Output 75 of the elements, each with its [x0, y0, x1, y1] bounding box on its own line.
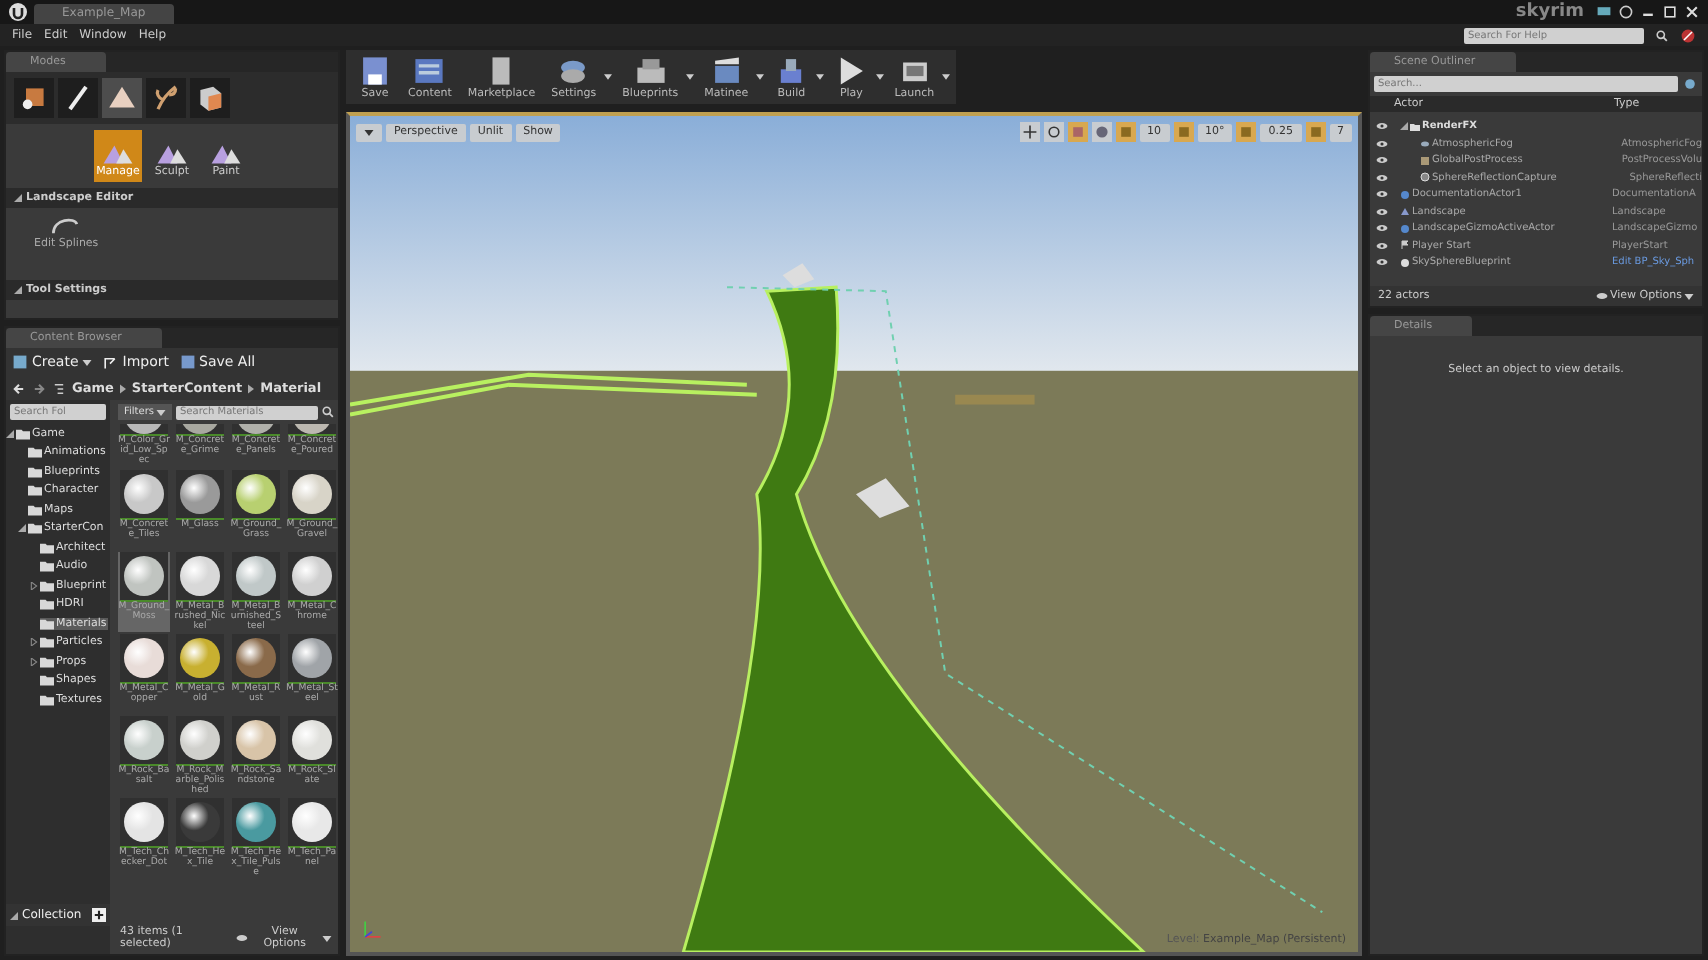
expanded-arrow-icon[interactable]: [10, 911, 18, 919]
clapperboard-icon: [709, 54, 744, 88]
search-icon[interactable]: [1656, 29, 1668, 41]
mode-tab[interactable]: [146, 78, 186, 118]
folder-tree-icon[interactable]: [52, 381, 66, 395]
back-arrow-icon[interactable]: [12, 381, 26, 395]
collapse-arrow-icon[interactable]: [14, 286, 22, 294]
document-icon: [12, 354, 28, 370]
expanded-arrow-icon[interactable]: [18, 524, 26, 533]
path-separator-icon: [119, 383, 126, 393]
caret-icon: [1684, 293, 1694, 299]
dropdown-caret-icon[interactable]: [604, 74, 613, 80]
axis-gizmo-icon: [360, 918, 384, 942]
visibility-eye-icon[interactable]: [1376, 156, 1388, 165]
import-arrow-icon: [102, 354, 119, 370]
visibility-eye-icon[interactable]: [1376, 258, 1388, 267]
visibility-eye-icon[interactable]: [1376, 122, 1388, 131]
collapsed-arrow-icon[interactable]: [30, 657, 38, 666]
caret-icon: [322, 935, 332, 941]
visibility-eye-icon[interactable]: [1376, 207, 1388, 216]
collapsed-arrow-icon[interactable]: [30, 581, 38, 590]
road-spline[interactable]: [681, 285, 1146, 952]
dropdown-caret-icon[interactable]: [756, 74, 765, 80]
close-icon[interactable]: [1684, 4, 1700, 20]
spline-point-marker[interactable]: [856, 478, 910, 519]
eye-icon: [1595, 292, 1608, 300]
forward-arrow-icon[interactable]: [32, 381, 46, 395]
folder-icon: [1410, 121, 1420, 132]
mode-tab[interactable]: [58, 78, 98, 118]
box-icon: [194, 82, 226, 114]
caret-icon: [156, 409, 166, 415]
globe-icon: [1400, 223, 1410, 234]
path-separator-icon: [248, 383, 255, 393]
sphere-icon: [1400, 257, 1410, 268]
add-icon[interactable]: [92, 908, 106, 922]
dropdown-caret-icon[interactable]: [942, 74, 951, 80]
collapse-arrow-icon[interactable]: [14, 194, 22, 202]
maximize-icon[interactable]: [1662, 4, 1678, 20]
expanded-arrow-icon[interactable]: [1400, 122, 1408, 131]
caret-icon: [364, 129, 374, 135]
mode-tab[interactable]: [190, 78, 230, 118]
visibility-eye-icon[interactable]: [1376, 241, 1388, 250]
rotate-icon[interactable]: [1043, 122, 1063, 142]
dropdown-caret-icon[interactable]: [876, 74, 885, 80]
visibility-eye-icon[interactable]: [1376, 139, 1388, 148]
globe-icon: [1400, 189, 1410, 200]
visibility-eye-icon[interactable]: [1376, 190, 1388, 199]
visibility-eye-icon[interactable]: [1376, 173, 1388, 182]
no-entry-icon[interactable]: [1680, 27, 1696, 43]
expanded-arrow-icon[interactable]: [6, 429, 14, 438]
cube-icon: [18, 82, 50, 114]
dropdown-caret-icon[interactable]: [686, 74, 695, 80]
settings-icon[interactable]: [1682, 76, 1698, 92]
visibility-eye-icon[interactable]: [1376, 224, 1388, 233]
controller-icon: [633, 54, 668, 88]
project-name: skyrim: [1515, 2, 1584, 22]
grid-icon: [412, 54, 447, 88]
globe-icon[interactable]: [1091, 122, 1111, 142]
user-icon[interactable]: [1618, 4, 1634, 20]
collapsed-arrow-icon[interactable]: [30, 638, 38, 647]
dropdown-caret-icon[interactable]: [816, 74, 825, 80]
cloud-icon: [1420, 138, 1430, 149]
reflection-sphere-icon: [1420, 172, 1430, 183]
eye-icon: [235, 934, 248, 942]
mode-tab[interactable]: [14, 78, 54, 118]
move-icon[interactable]: [1019, 122, 1039, 142]
spline-outline[interactable]: [350, 372, 759, 417]
search-icon[interactable]: [322, 406, 334, 418]
mountain-icon: [1400, 206, 1410, 217]
cube-icon: [1420, 155, 1430, 166]
caret-icon: [82, 359, 93, 365]
flag-icon: [1400, 240, 1410, 251]
chat-icon[interactable]: [1596, 4, 1612, 20]
mountain-icon: [106, 82, 138, 114]
leaf-icon: [150, 82, 182, 114]
